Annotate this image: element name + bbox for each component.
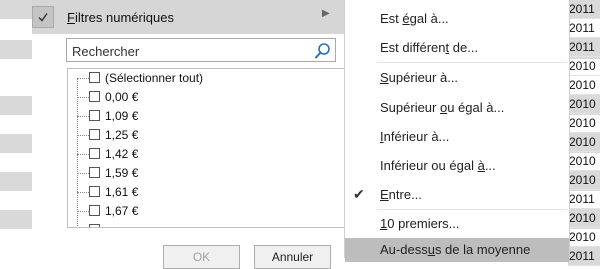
list-item-checkbox[interactable] xyxy=(89,167,100,178)
menu-item-label: Entre... xyxy=(380,187,422,202)
cell[interactable]: 2010 xyxy=(568,171,600,190)
list-item-label: 1,67 € xyxy=(105,204,139,218)
search-box[interactable] xyxy=(66,38,336,62)
list-item[interactable]: 0,00 € xyxy=(68,88,348,107)
list-item-label: 0,00 € xyxy=(105,90,139,104)
list-item-checkbox[interactable] xyxy=(89,91,100,102)
tree-connector xyxy=(77,78,89,79)
menu-item-label: Est égal à... xyxy=(380,11,449,26)
checkmark-icon: ✔ xyxy=(353,186,365,202)
search-icon[interactable] xyxy=(314,42,332,60)
checkmark-icon xyxy=(38,13,48,22)
search-input[interactable] xyxy=(70,40,310,62)
cell[interactable]: 2010 xyxy=(568,76,600,95)
menu-item-label: Supérieur à... xyxy=(380,70,459,85)
menu-item-less-or-equal[interactable]: Inférieur ou égal à... xyxy=(345,154,569,178)
menu-item-label: Inférieur à... xyxy=(380,129,450,144)
ok-button[interactable]: OK xyxy=(163,245,240,269)
menu-item-label: Est différent de... xyxy=(380,40,479,55)
menu-item-label: Supérieur ou égal à... xyxy=(380,100,505,115)
cell[interactable]: 2010 xyxy=(568,114,600,133)
numeric-filters-menu-item[interactable]: Filtres numériques ▶ xyxy=(32,0,344,34)
list-item[interactable]: 1,09 € xyxy=(68,107,348,126)
list-item[interactable]: 1,59 € xyxy=(68,164,348,183)
tree-connector xyxy=(77,135,89,136)
autofilter-panel: Filtres numériques ▶ (Sélectionner tout)… xyxy=(32,0,365,269)
list-item-checkbox[interactable] xyxy=(89,148,100,159)
menu-item-equals[interactable]: Est égal à... xyxy=(345,7,569,31)
menu-item-less-than[interactable]: Inférieur à... xyxy=(345,125,569,149)
cell[interactable]: 2010 xyxy=(568,152,600,171)
select-all-checkbox[interactable] xyxy=(89,72,100,83)
cell[interactable]: 2010 xyxy=(568,95,600,114)
menu-item-above-average[interactable]: Au-dessus de la moyenne xyxy=(345,238,569,262)
menu-item-label: 10 premiers... xyxy=(380,216,460,231)
list-item-select-all[interactable]: (Sélectionner tout) xyxy=(68,69,348,88)
menu-item-greater-than[interactable]: Supérieur à... xyxy=(345,66,569,90)
list-item-label: 1,25 € xyxy=(105,128,139,142)
tree-connector xyxy=(77,154,89,155)
tree-connector xyxy=(77,211,89,212)
list-item[interactable]: 1,61 € xyxy=(68,183,348,202)
menu-item-top-10[interactable]: 10 premiers... xyxy=(345,212,569,236)
cell[interactable]: 2011 xyxy=(568,19,600,38)
list-item-label: 1,61 € xyxy=(105,185,139,199)
cell[interactable]: 2010 xyxy=(568,228,600,247)
list-item-checkbox[interactable] xyxy=(89,110,100,121)
menu-separator xyxy=(377,209,567,210)
list-item-label: 1,09 € xyxy=(105,109,139,123)
list-item-label: (Sélectionner tout) xyxy=(105,71,204,85)
list-item-checkbox[interactable] xyxy=(89,224,100,227)
checked-indicator xyxy=(32,6,54,28)
cell[interactable]: 2011 xyxy=(568,247,600,266)
list-item-label: 1,59 € xyxy=(105,166,139,180)
tree-connector xyxy=(77,173,89,174)
list-item[interactable]: 1,25 € xyxy=(68,126,348,145)
list-item-label: 1,42 € xyxy=(105,147,139,161)
cell[interactable]: 2011 xyxy=(568,190,600,209)
list-item-partial[interactable] xyxy=(68,221,348,227)
menu-item-not-equals[interactable]: Est différent de... xyxy=(345,36,569,60)
cell[interactable]: 2011 xyxy=(568,0,600,19)
list-item[interactable]: 1,67 € xyxy=(68,202,348,221)
tree-connector xyxy=(77,97,89,98)
menu-separator xyxy=(377,62,567,63)
submenu-arrow-icon: ▶ xyxy=(322,8,330,19)
numeric-filters-submenu: Est égal à... Est différent de... Supéri… xyxy=(344,0,570,262)
cell[interactable]: 2010 xyxy=(568,209,600,228)
cell[interactable]: 2010 xyxy=(568,57,600,76)
menu-item-greater-or-equal[interactable]: Supérieur ou égal à... xyxy=(345,96,569,120)
tree-connector xyxy=(77,192,89,193)
list-item-checkbox[interactable] xyxy=(89,186,100,197)
list-item-checkbox[interactable] xyxy=(89,129,100,140)
cell[interactable]: 2010 xyxy=(568,133,600,152)
menu-item-label: Inférieur ou égal à... xyxy=(380,158,496,173)
value-list[interactable]: (Sélectionner tout) 0,00 € 1,09 € 1,25 €… xyxy=(67,68,365,228)
cancel-button[interactable]: Annuler xyxy=(254,245,331,269)
numeric-filters-label: Filtres numériques xyxy=(67,10,174,25)
cell[interactable]: 2011 xyxy=(568,38,600,57)
list-item-checkbox[interactable] xyxy=(89,205,100,216)
menu-item-between[interactable]: ✔ Entre... xyxy=(345,183,569,207)
menu-item-label: Au-dessus de la moyenne xyxy=(380,242,531,257)
list-item[interactable]: 1,42 € xyxy=(68,145,348,164)
tree-connector xyxy=(77,116,89,117)
